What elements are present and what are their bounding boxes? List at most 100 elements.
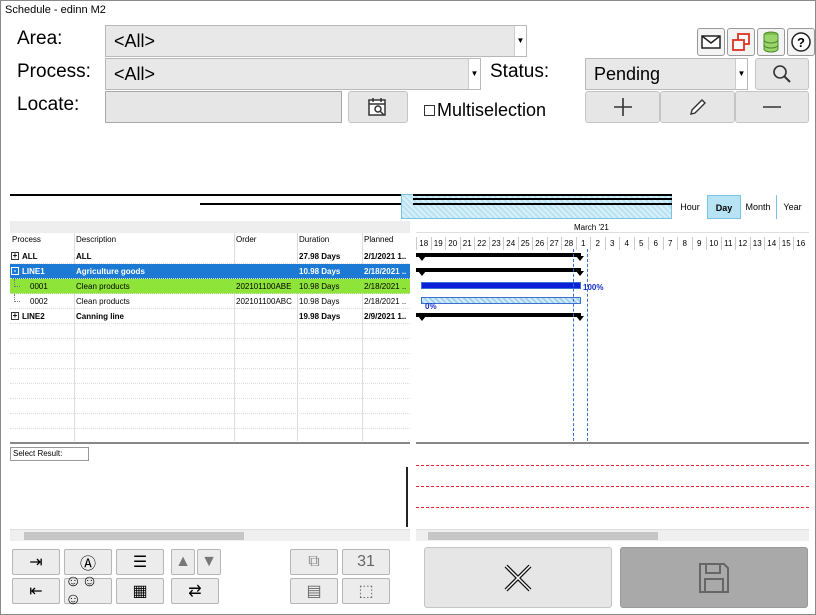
move-up-button[interactable]: ▲ (171, 549, 195, 575)
summary-bar[interactable] (416, 253, 581, 257)
select-area-icon: ⬚ (358, 583, 374, 600)
import-icon: ⇥ (29, 554, 43, 571)
overview-line (413, 194, 672, 196)
table-row[interactable]: 0001 Clean products 202101100ABE 10.98 Days… (10, 279, 410, 294)
schedule-grid: Process Description Order Duration Plann… (10, 221, 410, 444)
overview-line (413, 198, 672, 200)
database-icon[interactable] (757, 28, 785, 56)
table-row[interactable] (10, 399, 410, 414)
hierarchy-button[interactable]: ⧉ (290, 549, 338, 575)
remove-button[interactable] (735, 91, 809, 123)
day-header-cell: 10 (706, 237, 721, 250)
search-icon (773, 65, 791, 83)
table-row[interactable] (10, 324, 410, 339)
move-down-button[interactable]: ▼ (197, 549, 221, 575)
zoom-tab-day[interactable]: Day (707, 195, 741, 219)
day-header-cell: 16 (793, 237, 808, 250)
today-line (573, 249, 574, 441)
col-header-description[interactable]: Description (74, 233, 234, 247)
status-select-value: Pending (594, 64, 661, 84)
save-icon (699, 562, 729, 593)
zoom-tab-month[interactable]: Month (742, 195, 774, 219)
mail-icon[interactable] (697, 28, 725, 56)
table-row[interactable]: + ALL ALL 27.98 Days 2/1/2021 1.. (10, 249, 410, 264)
windows-icon[interactable] (727, 28, 755, 56)
col-header-process[interactable]: Process (10, 233, 74, 247)
expand-icon[interactable]: + (11, 252, 19, 260)
summary-bar-end[interactable] (418, 316, 426, 321)
table-row[interactable] (10, 369, 410, 384)
status-select[interactable]: Pending ▼ (585, 58, 748, 90)
calendar-button[interactable]: 31 (342, 549, 390, 575)
sort-icon: ☰ (132, 554, 148, 571)
grid-horizontal-scrollbar[interactable] (10, 529, 410, 541)
col-header-order[interactable]: Order (234, 233, 297, 247)
cell-duration: 10.98 Days (299, 297, 340, 306)
table-row[interactable] (10, 414, 410, 429)
process-label: Process: (17, 61, 91, 82)
splitter[interactable] (416, 442, 809, 444)
summary-bar[interactable] (416, 268, 581, 272)
cell-duration: 19.98 Days (299, 312, 341, 321)
table-row[interactable]: 0002 Clean products 202101100ABC 10.98 Days… (10, 294, 410, 309)
summary-bar-end[interactable] (576, 316, 584, 321)
svg-text:?: ? (797, 35, 805, 50)
col-header-planned[interactable]: Planned (362, 233, 410, 247)
cell-order: 202101100ABC (236, 297, 292, 306)
import-button[interactable]: ⇥ (12, 549, 60, 575)
day-header-cell: 26 (532, 237, 547, 250)
resource-panel (416, 449, 809, 529)
pencil-icon (689, 99, 706, 115)
sort-button[interactable]: ☰ (116, 549, 164, 575)
locate-input[interactable] (105, 91, 342, 123)
grid-top-band (10, 221, 410, 233)
table-row[interactable]: - LINE1 Agriculture goods 10.98 Days 2/18/20… (10, 264, 410, 279)
table-row[interactable]: + LINE2 Canning line 19.98 Days 2/9/2021 1.. (10, 309, 410, 324)
add-button[interactable] (585, 91, 660, 123)
cell-order: 202101100ABE (236, 282, 292, 291)
task-bar[interactable] (421, 297, 581, 304)
edit-button[interactable] (660, 91, 735, 123)
process-select[interactable]: <All> ▼ (105, 58, 481, 90)
select-area-button[interactable]: ⬚ (342, 578, 390, 604)
cell-planned: 2/9/2021 1.. (364, 312, 407, 321)
area-select[interactable]: <All> ▼ (105, 25, 527, 57)
table-row[interactable] (10, 339, 410, 354)
zoom-tab-hour[interactable]: Hour (675, 195, 705, 219)
splitter[interactable] (10, 442, 410, 444)
auto-cycle-icon: Ⓐ (79, 556, 96, 573)
window-button[interactable]: ▤ (290, 578, 338, 604)
zoom-tab-year[interactable]: Year (776, 195, 808, 219)
help-icon[interactable]: ? (787, 28, 815, 56)
table-button[interactable]: ▦ (116, 578, 164, 604)
summary-bar-end[interactable] (418, 256, 426, 261)
auto-schedule-button[interactable]: Ⓐ (64, 549, 112, 575)
triangle-up-icon: ▲ (175, 553, 191, 570)
col-header-duration[interactable]: Duration (297, 233, 362, 247)
summary-bar-end[interactable] (576, 256, 584, 261)
expand-icon[interactable]: + (11, 312, 19, 320)
collapse-icon[interactable]: - (11, 267, 19, 275)
cell-planned: 2/18/2021 .. (364, 282, 407, 291)
table-row[interactable] (10, 384, 410, 399)
swap-button[interactable]: ⇄ (171, 578, 219, 604)
day-header-cell: 2 (590, 237, 605, 250)
team-button[interactable]: ☺☺☺ (64, 573, 112, 608)
chevron-down-icon: ▼ (514, 26, 526, 56)
cell-description: Clean products (76, 297, 130, 306)
day-header-cell: 15 (778, 237, 794, 250)
task-bar[interactable] (421, 282, 581, 289)
save-button[interactable] (620, 547, 808, 608)
export-button[interactable]: ⇤ (12, 578, 60, 604)
multiselection-checkbox[interactable] (424, 105, 435, 116)
tree-connector (14, 279, 20, 287)
cancel-button[interactable] (424, 547, 612, 608)
summary-bar-end[interactable] (576, 271, 584, 276)
summary-bar[interactable] (416, 313, 581, 317)
status-label: Status: (490, 61, 550, 82)
table-row[interactable] (10, 354, 410, 369)
gantt-horizontal-scrollbar[interactable] (416, 529, 809, 541)
calendar-search-button[interactable] (348, 91, 408, 123)
summary-bar-end[interactable] (418, 271, 426, 276)
search-button[interactable] (755, 58, 809, 90)
